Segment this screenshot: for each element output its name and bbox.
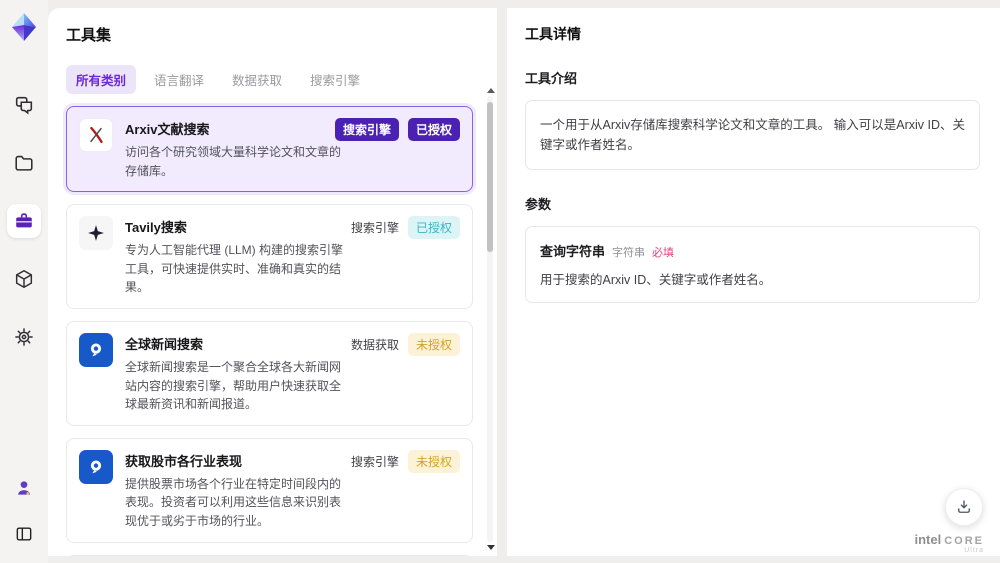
params-heading: 参数 — [525, 197, 552, 212]
folder-icon[interactable] — [7, 146, 41, 180]
scrollbar-down-arrow[interactable] — [487, 545, 495, 550]
scrollbar-thumb[interactable] — [487, 102, 493, 252]
sidebar-nav — [7, 88, 41, 354]
left-sidebar — [0, 0, 48, 563]
tool-category-badge: 搜索引擎 — [350, 221, 399, 236]
tool-auth-badge: 未授权 — [407, 449, 460, 473]
arxiv-logo-icon — [85, 124, 107, 146]
tool-detail-panel: 工具详情 工具介绍 一个用于从Arxiv存储库搜索科学论文和文章的工具。 输入可… — [507, 8, 1000, 556]
tool-name: Arxiv文献搜索 — [125, 122, 210, 137]
tool-badges: 搜索引擎 已授权 — [334, 118, 460, 141]
tool-name: Tavily搜索 — [125, 220, 187, 236]
tool-description: 全球新闻搜索是一个聚合全球各大新闻网站内容的搜索引擎，帮助用户快速获取全球最新资… — [125, 359, 342, 412]
detail-title: 工具详情 — [525, 26, 581, 42]
user-avatar-icon[interactable] — [7, 471, 41, 505]
tool-icon — [79, 449, 113, 484]
tool-category-badge: 搜索引擎 — [350, 454, 399, 469]
tab-search-engine[interactable]: 搜索引擎 — [300, 65, 370, 94]
tool-description: 专为人工智能代理 (LLM) 构建的搜索引擎工具，可快速提供实时、准确和真实的结… — [125, 243, 344, 295]
category-tabs: 所有类别 语言翻译 数据获取 搜索引擎 — [66, 65, 473, 94]
tool-description: 提供股票市场各个行业在特定时间段内的表现。投资者可以利用这些信息来识别表现优于或… — [125, 476, 342, 528]
tool-name: 获取股市各行业表现 — [125, 453, 243, 469]
page-title: 工具集 — [66, 27, 112, 44]
tab-all-categories[interactable]: 所有类别 — [66, 65, 137, 94]
tool-card[interactable]: Arxiv文献搜索 访问各个研究领域大量科学论文和文章的存储库。 搜索引擎 已授… — [66, 106, 473, 193]
ultra-wordmark: Ultra — [964, 547, 984, 555]
intel-core-logo: intel CORE Ultra — [914, 532, 984, 555]
tool-list: Arxiv文献搜索 访问各个研究领域大量科学论文和文章的存储库。 搜索引擎 已授… — [66, 106, 473, 556]
intel-wordmark: intel — [914, 532, 942, 548]
tool-icon — [79, 332, 113, 367]
tool-badges: 搜索引擎 已授权 — [350, 216, 460, 240]
param-box: 查询字符串 字符串 必填 用于搜索的Arxiv ID、关键字或作者姓名。 — [525, 226, 980, 303]
juhe-data-logo-icon — [85, 456, 107, 478]
tab-data-fetching[interactable]: 数据获取 — [222, 65, 292, 94]
sidebar-toggle-icon[interactable] — [7, 517, 41, 551]
tool-card[interactable]: 全球新闻搜索 全球新闻搜索是一个聚合全球各大新闻网站内容的搜索引擎，帮助用户快速… — [66, 320, 473, 426]
tool-card[interactable]: Tavily搜索 专为人工智能代理 (LLM) 构建的搜索引擎工具，可快速提供实… — [66, 204, 473, 309]
juhe-data-logo-icon — [85, 339, 107, 361]
tool-icon — [79, 216, 113, 251]
cube-icon[interactable] — [7, 262, 41, 296]
scrollbar-up-arrow[interactable] — [487, 88, 495, 93]
intro-heading: 工具介绍 — [525, 71, 578, 86]
tool-description: 访问各个研究领域大量科学论文和文章的存储库。 — [125, 145, 342, 178]
chat-icon[interactable] — [7, 88, 41, 122]
tool-icon — [79, 118, 113, 152]
download-button[interactable] — [945, 488, 983, 526]
app-logo-icon[interactable] — [9, 12, 39, 42]
tool-auth-badge: 已授权 — [407, 118, 460, 141]
tool-badges: 搜索引擎 未授权 — [350, 449, 460, 473]
tab-language-translation[interactable]: 语言翻译 — [144, 65, 214, 94]
tools-list-panel: 工具集 所有类别 语言翻译 数据获取 搜索引擎 Arxiv文献搜索 访问各个研究… — [48, 8, 497, 556]
tool-card[interactable]: 获取市场最活跃股票信息 提供当天交易量最高的股票列表，投资者可以利用这些信息来识… — [66, 554, 473, 556]
tool-name: 全球新闻搜索 — [125, 336, 204, 352]
tool-auth-badge: 未授权 — [407, 332, 460, 356]
param-required-badge: 必填 — [652, 247, 675, 259]
sidebar-bottom — [7, 471, 41, 551]
core-wordmark: CORE — [944, 535, 984, 548]
toolbox-icon[interactable] — [7, 204, 41, 238]
tool-card[interactable]: 获取股市各行业表现 提供股票市场各个行业在特定时间段内的表现。投资者可以利用这些… — [66, 437, 473, 543]
list-scrollbar[interactable] — [486, 88, 495, 550]
tool-badges: 数据获取 未授权 — [350, 332, 460, 356]
tool-category-badge: 数据获取 — [350, 337, 399, 352]
settings-gear-icon[interactable] — [7, 320, 41, 354]
tool-auth-badge: 已授权 — [407, 216, 460, 240]
intro-box: 一个用于从Arxiv存储库搜索科学论文和文章的工具。 输入可以是Arxiv ID… — [525, 100, 980, 170]
param-name: 查询字符串 — [540, 244, 606, 259]
tool-category-badge: 搜索引擎 — [334, 118, 399, 141]
param-type: 字符串 — [612, 247, 646, 259]
tavily-logo-icon — [86, 223, 106, 243]
intro-text: 一个用于从Arxiv存储库搜索科学论文和文章的工具。 输入可以是Arxiv ID… — [540, 118, 966, 152]
param-description: 用于搜索的Arxiv ID、关键字或作者姓名。 — [540, 273, 772, 287]
